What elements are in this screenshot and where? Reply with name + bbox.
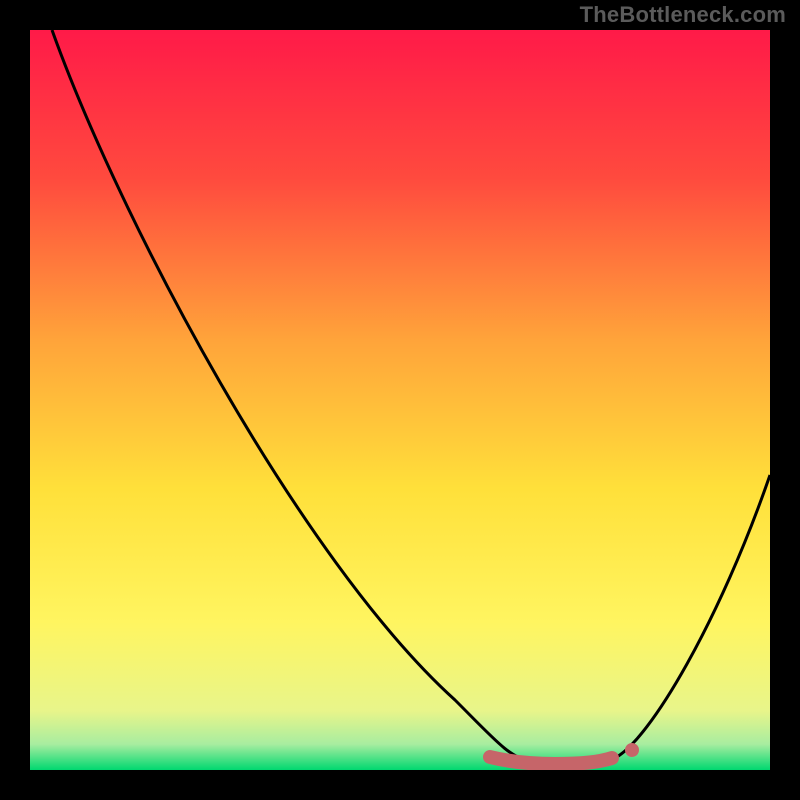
optimal-range-highlight [490, 757, 612, 764]
bottleneck-chart [0, 0, 800, 800]
frame-right [770, 0, 800, 800]
frame-bottom [0, 770, 800, 800]
watermark-text: TheBottleneck.com [580, 2, 786, 28]
frame-left [0, 0, 30, 800]
optimal-point-marker [625, 743, 639, 757]
gradient-background [30, 30, 770, 770]
chart-container: TheBottleneck.com [0, 0, 800, 800]
